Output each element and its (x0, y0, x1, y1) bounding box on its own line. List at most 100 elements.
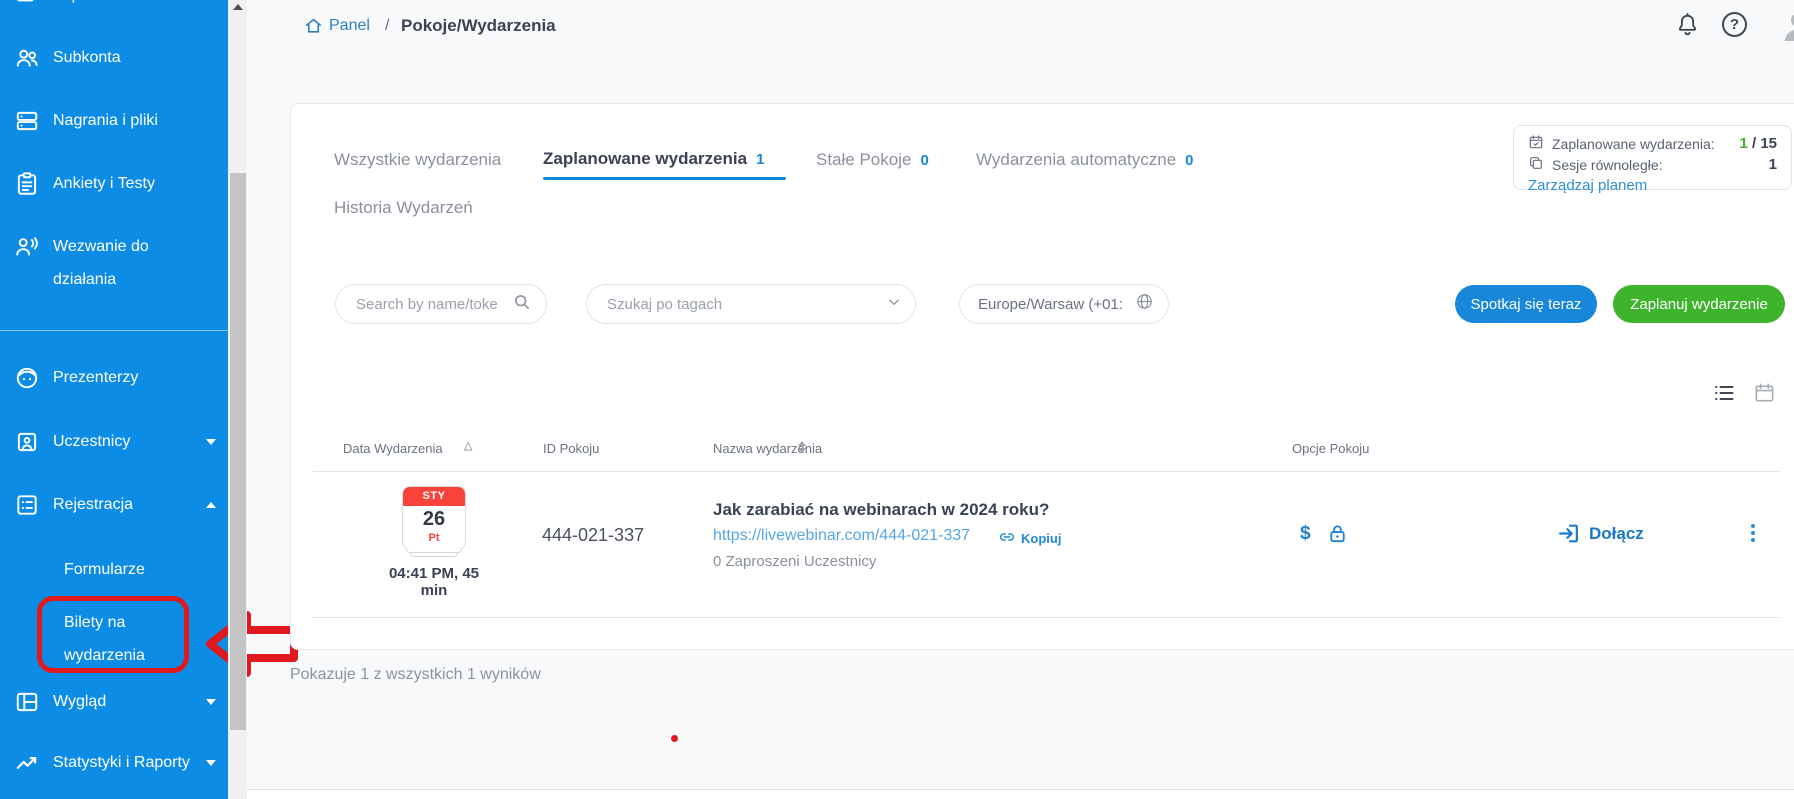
sidebar-scrollbar-thumb[interactable] (230, 173, 246, 730)
meet-now-button[interactable]: Spotkaj się teraz (1455, 285, 1597, 323)
column-header-date[interactable]: Data Wydarzenia (343, 441, 443, 456)
call-to-action-icon (14, 234, 40, 272)
paid-event-icon[interactable]: $ (1300, 523, 1311, 545)
presenters-icon (14, 365, 40, 403)
calendar-check-icon (1528, 134, 1544, 153)
breadcrumb-home-link[interactable]: Panel (329, 17, 370, 35)
sidebar-item-participants[interactable]: Uczestnicy (14, 425, 220, 467)
sidebar-item-appearance[interactable]: Wygląd (14, 685, 220, 727)
results-summary: Pokazuje 1 z wszystkich 1 wyników (290, 666, 541, 684)
event-date-badge: STY 26 Pt (402, 486, 466, 550)
lock-icon[interactable] (1326, 522, 1349, 550)
tags-filter-pill (586, 284, 916, 324)
surveys-icon (14, 171, 40, 209)
sort-ascending-icon[interactable]: △ (464, 439, 472, 452)
tab-automated-events[interactable]: Wydarzenia automatyczne0 (976, 150, 1194, 170)
subaccounts-icon (14, 45, 40, 83)
timezone-select[interactable]: Europe/Warsaw (+01: (959, 284, 1169, 324)
sidebar-item-label: Prezenterzy (53, 361, 138, 394)
row-more-menu-icon[interactable] (1751, 521, 1755, 545)
table-row-divider (313, 617, 1780, 618)
sidebar-item-label: Ankiety i Testy (53, 167, 155, 200)
event-link[interactable]: https://livewebinar.com/444-021-337 (713, 527, 970, 545)
table-header-divider (313, 471, 1780, 472)
parallel-sessions-icon (1528, 155, 1544, 174)
plan-sessions-value: 1 (1769, 156, 1777, 173)
tab-permanent-rooms[interactable]: Stałe Pokoje0 (816, 150, 929, 170)
sidebar-item-label: Rejestracja (53, 488, 133, 521)
search-icon[interactable] (512, 292, 532, 317)
timezone-value: Europe/Warsaw (+01: (978, 296, 1135, 313)
tab-all-events[interactable]: Wszystkie wydarzenia (334, 150, 501, 170)
sidebar-item-label: Formularze (64, 561, 145, 578)
sidebar-item-call-to-action[interactable]: Wezwanie do działania (14, 230, 174, 296)
registration-icon (14, 492, 40, 530)
home-icon[interactable] (304, 16, 323, 40)
date-badge-page-stack (410, 553, 458, 557)
notifications-bell-icon[interactable] (1674, 11, 1701, 43)
annotation-dot (671, 735, 678, 742)
sidebar-item-label: Zaproś uczestników (53, 0, 194, 11)
column-header-room-id[interactable]: ID Pokoju (543, 441, 599, 456)
plan-usage-box: Zaplanowane wydarzenia: 1 / 15 Sesje rów… (1513, 125, 1792, 190)
sidebar-divider (0, 330, 228, 331)
tab-event-history[interactable]: Historia Wydarzeń (334, 198, 473, 218)
sidebar-item-subaccounts[interactable]: Subkonta (14, 41, 220, 83)
globe-icon (1135, 292, 1154, 316)
invite-icon (14, 0, 40, 20)
sidebar: Zaproś uczestników Subkonta Nagrania i p… (0, 0, 228, 799)
event-weekday: Pt (403, 532, 465, 545)
sort-both-icon[interactable] (798, 441, 806, 453)
plan-scheduled-row: Zaplanowane wydarzenia: 1 / 15 (1528, 133, 1777, 154)
sidebar-item-recordings[interactable]: Nagrania i pliki (14, 104, 220, 146)
plan-scheduled-value: 1 / 15 (1739, 135, 1777, 152)
list-view-icon[interactable] (1712, 381, 1736, 410)
scrollbar-up-arrow-icon[interactable] (233, 4, 243, 10)
copy-link-label[interactable]: Kopiuj (1021, 531, 1061, 546)
tab-count-badge: 0 (920, 152, 928, 169)
chevron-down-icon[interactable] (887, 295, 901, 314)
search-input[interactable] (354, 295, 512, 314)
event-time: 04:41 PM, 45 min (376, 565, 492, 599)
column-header-room-options: Opcje Pokoju (1292, 441, 1369, 456)
calendar-view-icon[interactable] (1753, 381, 1776, 409)
event-title[interactable]: Jak zarabiać na webinarach w 2024 roku? (713, 500, 1049, 520)
chevron-down-icon (206, 699, 216, 705)
sidebar-item-label: Nagrania i pliki (53, 104, 158, 137)
schedule-event-button[interactable]: Zaplanuj wydarzenie (1613, 285, 1785, 323)
sidebar-item-forms[interactable]: Formularze (64, 553, 145, 586)
avatar[interactable] (1779, 7, 1794, 50)
sidebar-item-statistics[interactable]: Statystyki i Raporty (14, 746, 220, 788)
sidebar-item-presenters[interactable]: Prezenterzy (14, 361, 220, 403)
copy-link-icon[interactable] (998, 528, 1016, 551)
sidebar-item-label: Statystyki i Raporty (53, 746, 190, 779)
chevron-down-icon (206, 439, 216, 445)
breadcrumb-separator: / (385, 17, 389, 35)
recordings-icon (14, 108, 40, 146)
breadcrumb-current: Pokoje/Wydarzenia (401, 16, 556, 36)
sidebar-item-label: Subkonta (53, 41, 121, 74)
sidebar-item-label: Wezwanie do działania (53, 230, 174, 296)
chevron-up-icon (206, 502, 216, 508)
bottom-strip (247, 790, 1794, 799)
app-root: Zaproś uczestników Subkonta Nagrania i p… (0, 0, 1794, 799)
search-pill (335, 284, 547, 324)
join-icon[interactable] (1556, 521, 1581, 551)
event-month: STY (403, 487, 465, 506)
tab-count-badge: 0 (1185, 152, 1193, 169)
tab-count-badge: 1 (756, 151, 764, 168)
room-id-value: 444-021-337 (542, 525, 644, 546)
manage-plan-link[interactable]: Zarządzaj planem (1528, 175, 1777, 196)
tab-scheduled-events[interactable]: Zaplanowane wydarzenia1 (543, 149, 764, 169)
tags-search-input[interactable] (605, 295, 887, 314)
active-tab-underline (543, 177, 786, 180)
event-day: 26 (403, 506, 465, 532)
sidebar-item-invite[interactable]: Zaproś uczestników (14, 0, 220, 20)
participants-icon (14, 429, 40, 467)
help-icon[interactable]: ? (1722, 12, 1747, 37)
sidebar-item-registration[interactable]: Rejestracja (14, 488, 220, 530)
sidebar-item-surveys[interactable]: Ankiety i Testy (14, 167, 220, 209)
invited-participants: 0 Zaproszeni Uczestnicy (713, 553, 876, 570)
plan-sessions-row: Sesje równoległe: 1 (1528, 154, 1777, 175)
join-button[interactable]: Dołącz (1589, 524, 1644, 544)
